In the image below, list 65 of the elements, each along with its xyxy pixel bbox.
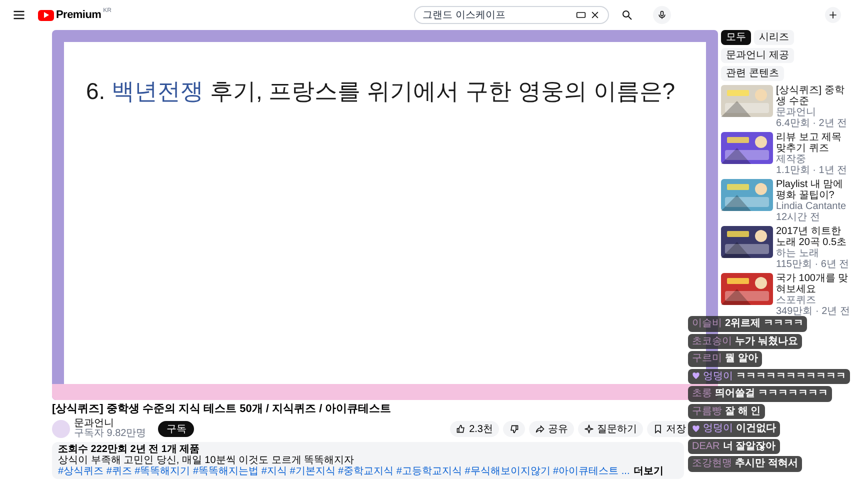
video-title-link[interactable]: 리뷰 보고 제목 맞추기 퀴즈 <box>776 132 853 154</box>
keyboard-icon[interactable] <box>576 10 586 20</box>
bookmark-icon <box>653 424 663 434</box>
chat-username: 조강현맹 <box>692 457 732 472</box>
channel-name: 제작중 <box>776 154 807 165</box>
filter-chip[interactable]: 모두 <box>721 30 751 45</box>
filter-chip[interactable]: 관련 콘텐츠 <box>721 66 784 81</box>
microphone-button[interactable] <box>652 6 670 24</box>
plus-icon <box>828 10 838 20</box>
chat-username: DEAR <box>692 440 720 454</box>
description-text: 상식이 부족해 고민인 당신, 매일 10분씩 이것도 모르게 똑똑해지자 <box>58 455 354 466</box>
search-icon[interactable] <box>620 9 632 21</box>
chat-text: 누가 눠쳤나요 <box>735 334 798 349</box>
video-meta: 349만회 · 2년 전 <box>776 306 851 317</box>
channel-name[interactable]: 문과언니 <box>74 419 146 429</box>
filter-chip[interactable]: 문과언니 제공 <box>721 48 794 63</box>
close-icon[interactable] <box>590 10 600 20</box>
chat-username: 엉덩이 <box>703 422 733 436</box>
share-button[interactable]: 공유 <box>529 421 574 437</box>
channel-name: Lindia Cantante <box>776 201 848 212</box>
logo-icon[interactable] <box>38 10 54 20</box>
chat-text: 잘 해 인 <box>725 404 761 419</box>
menu-icon[interactable] <box>12 8 26 22</box>
subscriber-count: 구독자 9.82만명 <box>74 429 146 439</box>
chat-text: 너 잘알잖아 <box>722 440 776 454</box>
hashtags[interactable]: #상식퀴즈 #퀴즈 #똑똑해지기 #똑똑해지는법 #지식 #기본지식 #중학교지식 #고등학교지식 #무식해보이지않기 #아이큐테스트 ... <box>58 466 630 477</box>
share-icon <box>535 424 545 434</box>
video-title-link[interactable]: 2017년 히트한 노래 20곡 0.5초 <box>776 226 853 248</box>
chat-text: 띄어쓸걸 ㅋㅋㅋㅋㅋㅋㅋ <box>715 387 828 402</box>
chat-username: 구름빵 <box>692 404 722 419</box>
microphone-icon <box>656 10 666 20</box>
create-button[interactable] <box>825 7 841 23</box>
like-button[interactable]: 2.3천 <box>450 421 499 437</box>
chat-text: 추시만 적혀서 <box>735 457 798 472</box>
channel-name: 하는 노래 <box>776 248 820 259</box>
channel-name: 스포퀴즈 <box>776 295 817 306</box>
more-link[interactable]: 더보기 <box>634 466 664 477</box>
description-box[interactable]: 조회수 222만회 2년 전 1개 제품 상식이 부족해 고민인 당신, 매일 10분씩 이것도 모르게 똑똑해지자 #상식퀴즈 #퀴즈 #똑똑해지기 #똑똑해지는법 #지식 #기본지식 #중학교지식 #고등학교지식 #무식해보이지않기 #아이큐테스트 ... 더보기 <box>52 442 684 479</box>
ask-button[interactable]: 질문하기 <box>578 421 643 437</box>
thumbs-up-icon <box>456 424 466 434</box>
search-field[interactable]: 그랜드 이스케이프 <box>414 6 608 24</box>
heart-icon <box>692 372 700 380</box>
thumbs-down-icon <box>509 424 519 434</box>
chat-text: 뭘 알아 <box>725 352 758 366</box>
channel-name: 문과언니 <box>776 107 817 118</box>
video-meta: 6.4만회 · 2년 전 <box>776 118 848 129</box>
chat-text: 2위르제 ㅋㅋㅋㅋ <box>725 317 804 332</box>
video-meta: 115만회 · 6년 전 <box>776 259 850 270</box>
logo-text: Premium <box>56 8 102 23</box>
filter-chip[interactable]: 시리즈 <box>754 30 794 45</box>
chat-text: 이건없다 <box>736 422 776 436</box>
chat-text: ㅋㅋㅋㅋㅋㅋㅋㅋㅋㅋㅋ <box>736 370 846 384</box>
heart-icon <box>692 424 700 433</box>
view-info: 조회수 222만회 2년 전 1개 제품 <box>58 444 200 455</box>
video-meta: 12시간 전 <box>776 212 821 223</box>
video-title-link[interactable]: 국가 100개를 맞혀보세요 <box>776 273 853 295</box>
dislike-button[interactable] <box>503 421 525 437</box>
video-title-link[interactable]: [상식퀴즈] 중학생 수준 <box>776 85 853 107</box>
video-meta: 1.1만회 · 1년 전 <box>776 165 848 176</box>
video-title-link[interactable]: Playlist 내 맘에 평화 꿀팁이? <box>776 179 853 201</box>
sparkle-icon <box>584 424 594 434</box>
video-title: [상식퀴즈] 중학생 수준의 지식 테스트 50개 / 지식퀴즈 / 아이큐테스트 <box>52 403 392 416</box>
question-text: 6. 백년전쟁 후기, 프랑스를 위기에서 구한 영웅의 이름은? <box>86 77 676 106</box>
chat-username: 초롱 <box>692 387 712 402</box>
subscribe-button[interactable]: 구독 <box>158 421 194 437</box>
